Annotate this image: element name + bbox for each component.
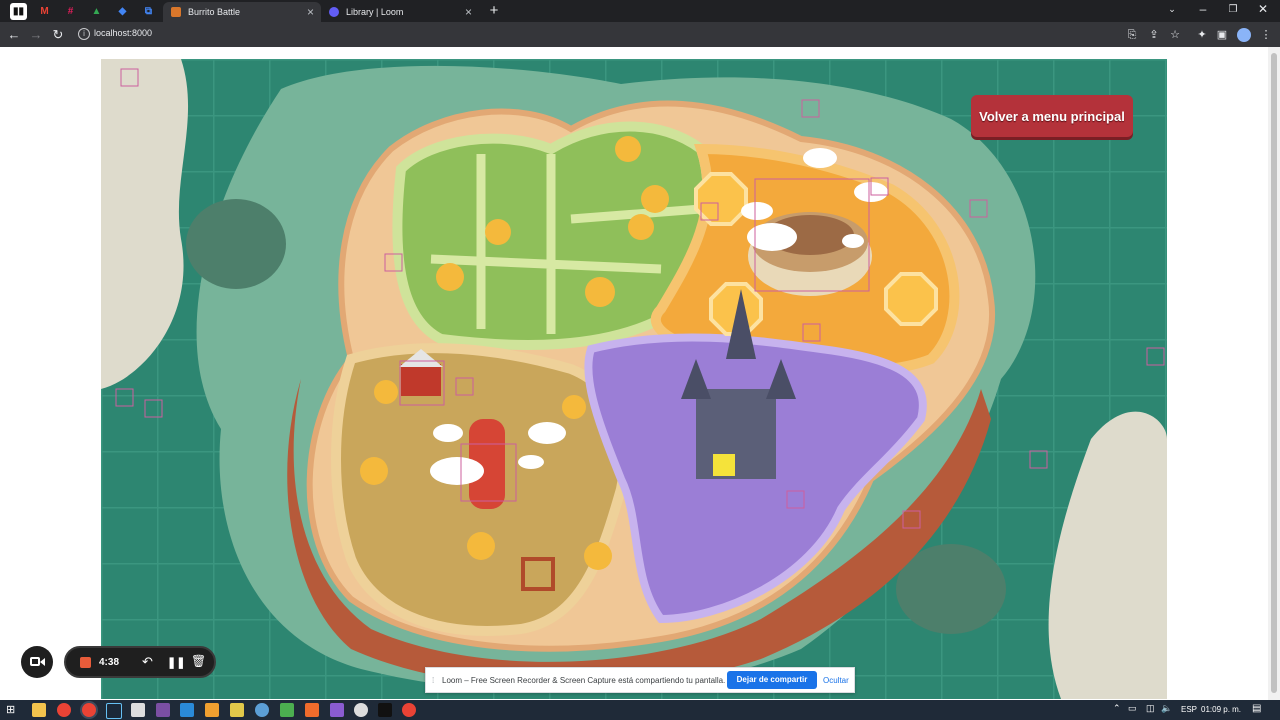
game-canvas[interactable]: Volver a menu principal (101, 59, 1167, 699)
gmail-pinned-icon[interactable]: M (36, 3, 53, 20)
translate-icon[interactable]: ⎘ (1125, 28, 1139, 42)
close-tab-icon[interactable]: × (307, 5, 314, 19)
blender-icon[interactable] (255, 703, 269, 717)
side-panel-icon[interactable]: ▣ (1215, 28, 1229, 42)
pause-icon[interactable]: ❚❚ (167, 656, 185, 669)
tab-strip: ▮▮ M # ▲ ◆ ⧉ Burrito Battle × Library | … (0, 0, 1280, 22)
tab-library-loom[interactable]: Library | Loom × (321, 2, 479, 22)
calculator-icon[interactable] (280, 703, 294, 717)
loom-camera-button[interactable] (21, 646, 53, 678)
address-bar[interactable]: localhost:8000 (94, 28, 152, 38)
terminal-icon[interactable] (131, 703, 145, 717)
windows-taskbar: ⊞ ⌃ ▭ ◫ 🔈 ESP 01:09 p. m. ▤ (0, 700, 1280, 720)
language-indicator[interactable]: ESP (1181, 705, 1197, 714)
system-clock[interactable]: 01:09 p. m. (1201, 705, 1241, 714)
site-info-icon[interactable]: i (78, 28, 90, 40)
github-icon[interactable] (354, 703, 368, 717)
recording-timer: 4:38 (99, 657, 120, 668)
close-window-icon[interactable]: ✕ (1253, 2, 1273, 16)
screen-share-notice: ⁞ Loom – Free Screen Recorder & Screen C… (425, 667, 855, 693)
close-tab-icon[interactable]: × (465, 5, 472, 19)
stop-sharing-button[interactable]: Dejar de compartir (727, 671, 817, 689)
new-tab-button[interactable]: + (484, 2, 504, 19)
chrome-active-icon[interactable] (82, 703, 96, 717)
stop-recording-icon[interactable] (80, 657, 91, 668)
steam-icon[interactable] (106, 703, 122, 719)
profile-avatar-icon[interactable] (1237, 28, 1251, 42)
back-to-main-menu-button[interactable]: Volver a menu principal (971, 95, 1133, 137)
more-menu-icon[interactable]: ⋮ (1259, 28, 1273, 42)
slack-pinned-icon[interactable]: # (62, 3, 79, 20)
network-icon[interactable]: ◫ (1146, 703, 1155, 714)
tab-label: Burrito Battle (188, 7, 241, 17)
island-map (101, 59, 1167, 699)
extensions-puzzle-icon[interactable]: ✦ (1195, 28, 1209, 42)
chrome-icon[interactable] (57, 703, 71, 717)
back-arrow-icon[interactable]: ← (5, 26, 23, 44)
battery-icon[interactable]: ▭ (1128, 703, 1137, 714)
page-scrollbar[interactable] (1268, 47, 1280, 700)
loom-recording-bar: 4:38 ↶ ❚❚ 🗑 (64, 646, 216, 678)
bookmark-star-icon[interactable]: ☆ (1168, 28, 1182, 42)
firefox-icon[interactable] (305, 703, 319, 717)
trash-icon[interactable]: 🗑 (191, 654, 206, 668)
loom-favicon-icon (329, 7, 339, 17)
drag-handle-icon[interactable]: ⁞ (432, 676, 434, 685)
vscode-icon[interactable] (180, 703, 194, 717)
drive-pinned-icon[interactable]: ▲ (88, 3, 105, 20)
translate-pinned-icon[interactable]: ⧉ (140, 3, 157, 20)
undo-icon[interactable]: ↶ (142, 654, 153, 670)
chrome-profile-icon[interactable] (402, 703, 416, 717)
tray-chevron-icon[interactable]: ⌃ (1113, 703, 1121, 714)
sublime-icon[interactable] (205, 703, 219, 717)
windows-start-icon[interactable]: ⊞ (6, 703, 20, 717)
reload-icon[interactable]: ↻ (49, 26, 67, 44)
forward-arrow-icon[interactable]: → (27, 26, 45, 44)
trello-pinned-icon[interactable]: ▮▮ (10, 3, 27, 20)
burrito-favicon-icon (171, 7, 181, 17)
hide-notice-button[interactable]: Ocultar (823, 676, 849, 685)
camera-lens-icon (40, 658, 45, 666)
camera-icon (30, 657, 40, 666)
tab-burrito-battle[interactable]: Burrito Battle × (163, 2, 321, 22)
tab-label: Library | Loom (346, 7, 404, 17)
sticky-notes-icon[interactable] (230, 703, 244, 717)
share-notice-text: Loom – Free Screen Recorder & Screen Cap… (442, 676, 726, 685)
share-icon[interactable]: ⇪ (1147, 28, 1161, 42)
file-explorer-icon[interactable] (32, 703, 46, 717)
jira-pinned-icon[interactable]: ◆ (114, 3, 131, 20)
browser-toolbar: ← → ↻ i localhost:8000 (0, 22, 1280, 47)
tab-search-icon[interactable]: ⌄ (1162, 4, 1182, 15)
minimize-icon[interactable]: – (1193, 2, 1213, 16)
restore-icon[interactable]: ❐ (1223, 4, 1243, 15)
notifications-icon[interactable]: ▤ (1252, 703, 1261, 714)
visual-studio-icon[interactable] (156, 703, 170, 717)
app-icon[interactable] (330, 703, 344, 717)
unity-icon[interactable] (378, 703, 392, 717)
volume-icon[interactable]: 🔈 (1161, 703, 1172, 714)
